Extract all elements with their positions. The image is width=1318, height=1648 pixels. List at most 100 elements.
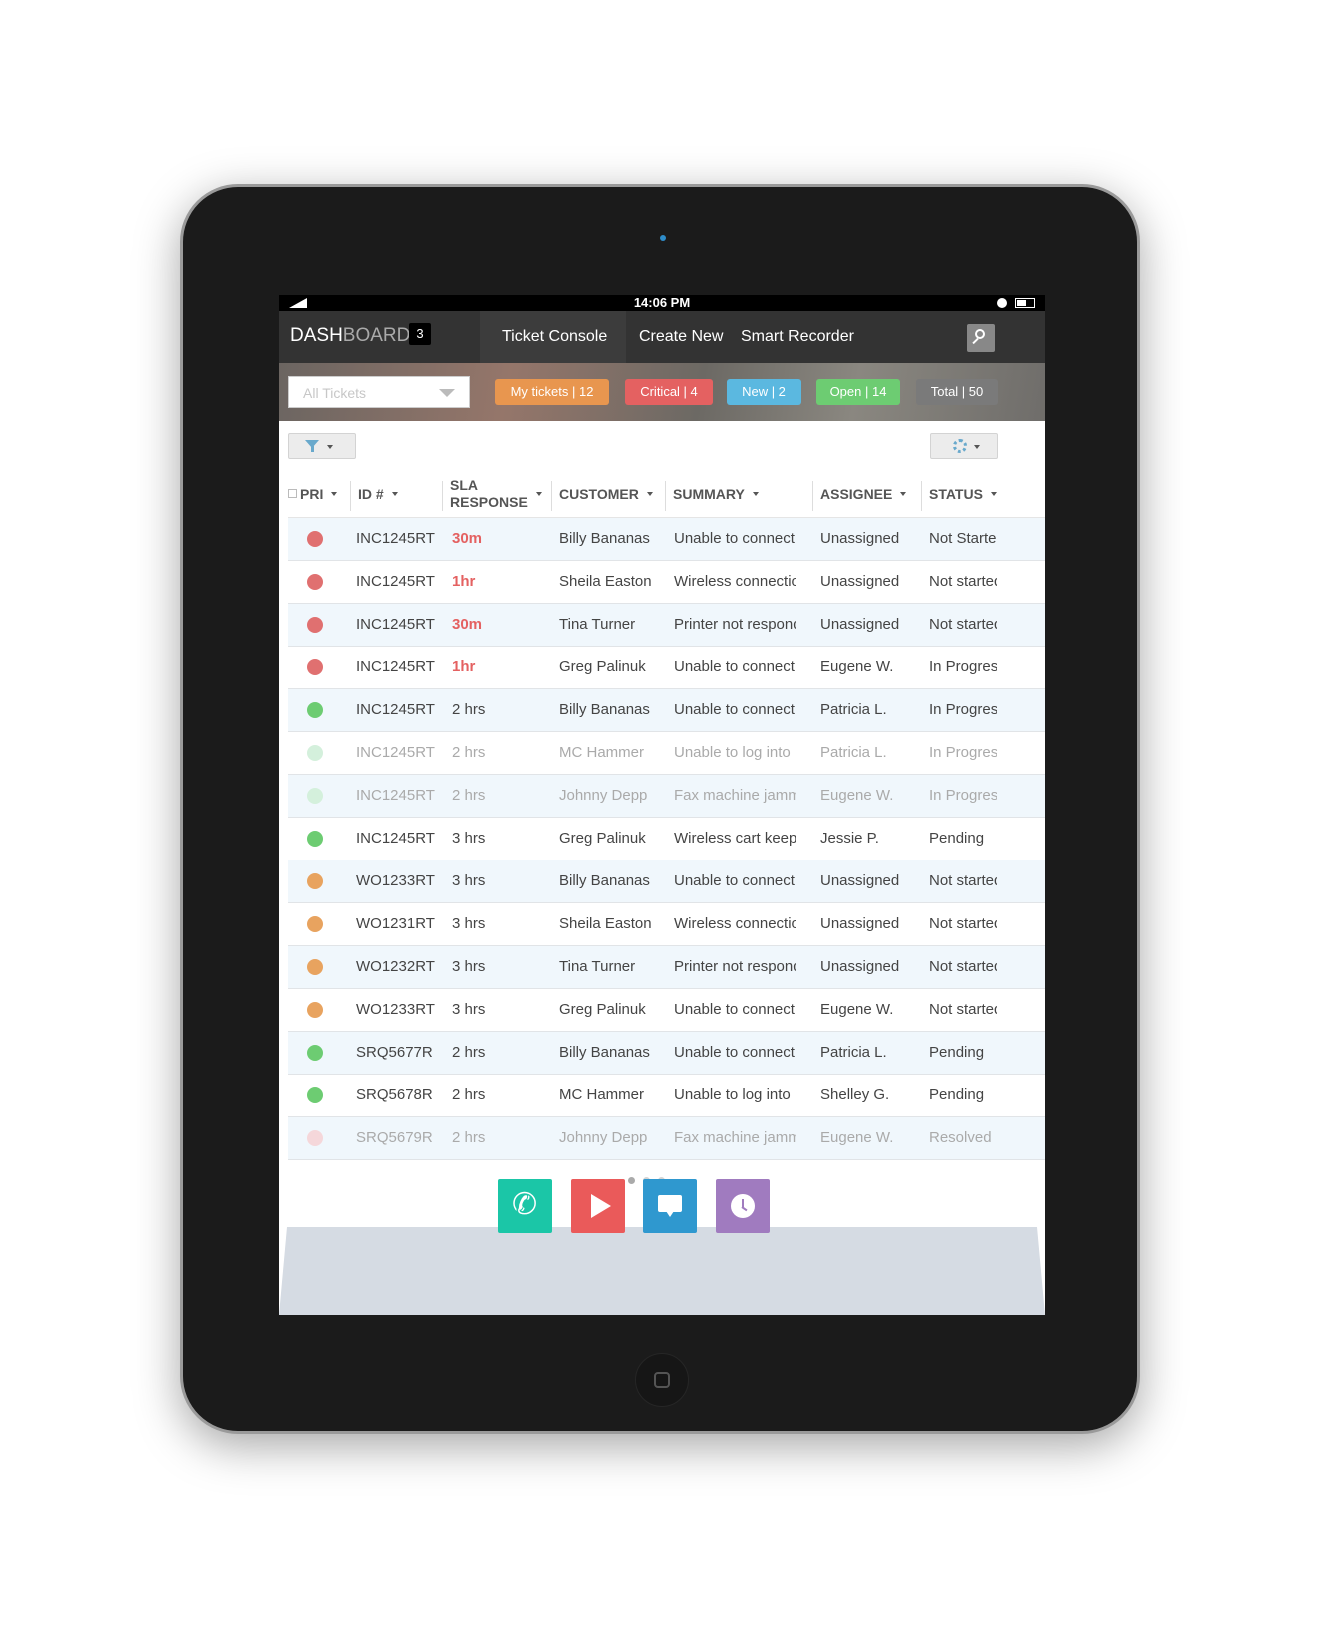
ticket-scope-select[interactable]: All Tickets xyxy=(288,376,470,408)
search-button[interactable] xyxy=(967,324,995,352)
brand-dim: BOARD xyxy=(342,325,411,346)
cell-status: Not started xyxy=(929,615,997,633)
cell-customer: Greg Palinuk xyxy=(559,658,646,676)
cell-summary: Unable to connect xyxy=(674,701,795,719)
table-row[interactable]: INC1245RT 1hr Sheila Easton Wireless connec… xyxy=(288,561,1045,604)
column-separator xyxy=(551,481,552,511)
status-time: 14:06 PM xyxy=(633,295,691,310)
table-toolbar xyxy=(279,421,1045,471)
column-label: ASSIGNEE xyxy=(820,485,893,502)
clock-button[interactable] xyxy=(716,1179,770,1233)
cell-sla: 2 hrs xyxy=(452,1043,486,1061)
chevron-down-icon xyxy=(990,492,997,496)
col-header-assignee[interactable]: ASSIGNEE xyxy=(812,471,921,517)
cell-status: Pending xyxy=(929,1043,985,1061)
cell-sla: 2 hrs xyxy=(452,786,486,804)
column-separator xyxy=(665,481,666,511)
dock-shelf xyxy=(279,1227,1045,1315)
cell-customer: Johnny Depp xyxy=(559,1129,648,1147)
table-row[interactable]: WO1231RT 3 hrs Sheila Easton Wireless conne… xyxy=(288,903,1045,947)
priority-dot xyxy=(307,959,323,975)
phone-icon: ✆ xyxy=(512,1188,538,1221)
cell-sla: 3 hrs xyxy=(452,872,486,890)
total-pill[interactable]: Total | 50 xyxy=(916,379,998,405)
select-all-checkbox[interactable] xyxy=(288,489,297,498)
cell-id: WO1232RT xyxy=(356,958,435,975)
table-row[interactable]: SRQ5678R 2 hrs MC Hammer Unable to log into… xyxy=(288,1074,1045,1118)
table-row[interactable]: WO1232RT 3 hrs Tina Turner Printer not resp… xyxy=(288,946,1045,989)
critical-pill[interactable]: Critical | 4 xyxy=(625,379,713,405)
cell-id: INC1245RT xyxy=(356,572,435,590)
cell-assignee: Unassigned xyxy=(820,958,900,975)
priority-dot xyxy=(307,1087,323,1104)
play-button[interactable] xyxy=(571,1179,625,1233)
priority-dot xyxy=(307,702,323,719)
cell-customer: Tina Turner xyxy=(559,958,636,975)
table-row[interactable]: INC1245RT 30m Billy Bananas Unable to conne… xyxy=(288,518,1045,561)
chevron-down-icon xyxy=(439,389,455,397)
priority-dot xyxy=(307,830,323,847)
tablet-screen: 14:06 PM DASHBOARD 3 Ticket Console Crea… xyxy=(279,295,1045,1315)
col-header-id[interactable]: ID # xyxy=(350,471,442,517)
cell-status: Pending xyxy=(929,1086,985,1104)
table-row[interactable]: INC1245RT 2 hrs MC Hammer Unable to log int… xyxy=(288,732,1045,775)
table-row[interactable]: SRQ5679R 2 hrs Johnny Depp Fax machine jamm… xyxy=(288,1117,1045,1161)
cell-id: INC1245RT xyxy=(356,829,435,847)
cell-customer: Sheila Easton xyxy=(559,572,651,590)
table-row[interactable]: INC1245RT 2 hrs Billy Bananas Unable to con… xyxy=(288,689,1045,733)
col-header-summary[interactable]: SUMMARY xyxy=(665,471,811,517)
settings-button[interactable] xyxy=(930,433,998,459)
gear-icon xyxy=(953,439,967,453)
priority-dot xyxy=(307,616,323,633)
brand-title: DASHBOARD xyxy=(290,325,410,347)
cell-status: Not Started xyxy=(929,530,997,547)
cell-sla: 3 hrs xyxy=(452,915,486,933)
tab-smart-recorder[interactable]: Smart Recorder xyxy=(741,311,854,363)
priority-dot xyxy=(307,1130,323,1147)
chat-button[interactable] xyxy=(643,1179,697,1233)
col-header-status[interactable]: STATUS xyxy=(921,471,1021,517)
cell-summary: Unable to log into xyxy=(674,744,791,761)
cell-summary: Fax machine jammed xyxy=(674,786,796,804)
cell-id: SRQ5677R xyxy=(356,1043,433,1061)
phone-button[interactable]: ✆ xyxy=(498,1179,552,1233)
tab-create-new[interactable]: Create New xyxy=(639,311,723,363)
cell-id: INC1245RT xyxy=(356,615,435,633)
table-row[interactable]: INC1245RT 3 hrs Greg Palinuk Wireless cart … xyxy=(288,818,1045,861)
table-row[interactable]: INC1245RT 30m Tina Turner Printer not respo… xyxy=(288,603,1045,647)
cell-summary: Unable to connect xyxy=(674,530,795,547)
chevron-down-icon xyxy=(327,445,333,449)
table-row[interactable]: WO1233RT 3 hrs Billy Bananas Unable to conn… xyxy=(288,860,1045,904)
cell-sla: 2 hrs xyxy=(452,744,486,761)
cell-summary: Printer not responding xyxy=(674,615,796,633)
tab-ticket-console[interactable]: Ticket Console xyxy=(480,311,626,363)
priority-dot xyxy=(307,916,323,933)
cell-status: Resolved xyxy=(929,1129,992,1147)
cell-status: Not started xyxy=(929,958,997,975)
col-header-sla[interactable]: SLA RESPONSE xyxy=(442,471,550,517)
chevron-down-icon xyxy=(535,492,542,496)
cell-summary: Unable to connect xyxy=(674,1000,795,1018)
cell-sla: 3 hrs xyxy=(452,1000,486,1018)
table-row[interactable]: SRQ5677R 2 hrs Billy Bananas Unable to conn… xyxy=(288,1031,1045,1075)
cell-summary: Unable to connect xyxy=(674,1043,795,1061)
col-header-customer[interactable]: CUSTOMER xyxy=(551,471,665,517)
chevron-down-icon xyxy=(974,445,980,449)
cell-id: SRQ5678R xyxy=(356,1086,433,1104)
cell-customer: Billy Bananas xyxy=(559,701,650,719)
cell-summary: Wireless connection xyxy=(674,915,796,933)
table-row[interactable]: WO1233RT 3 hrs Greg Palinuk Unable to conne… xyxy=(288,989,1045,1032)
open-pill[interactable]: Open | 14 xyxy=(816,379,900,405)
new-pill[interactable]: New | 2 xyxy=(727,379,801,405)
cell-summary: Unable to connect xyxy=(674,872,795,890)
alarm-icon xyxy=(997,298,1007,308)
cell-assignee: Eugene W. xyxy=(820,1000,894,1018)
filter-button[interactable] xyxy=(288,433,356,459)
table-row[interactable]: INC1245RT 2 hrs Johnny Depp Fax machine jam… xyxy=(288,774,1045,818)
cell-assignee: Unassigned xyxy=(820,572,900,590)
my-tickets-pill[interactable]: My tickets | 12 xyxy=(495,379,609,405)
page-dot-active[interactable] xyxy=(628,1177,635,1184)
home-button[interactable] xyxy=(635,1353,689,1407)
column-separator xyxy=(812,481,813,511)
table-row[interactable]: INC1245RT 1hr Greg Palinuk Unable to connec… xyxy=(288,646,1045,690)
